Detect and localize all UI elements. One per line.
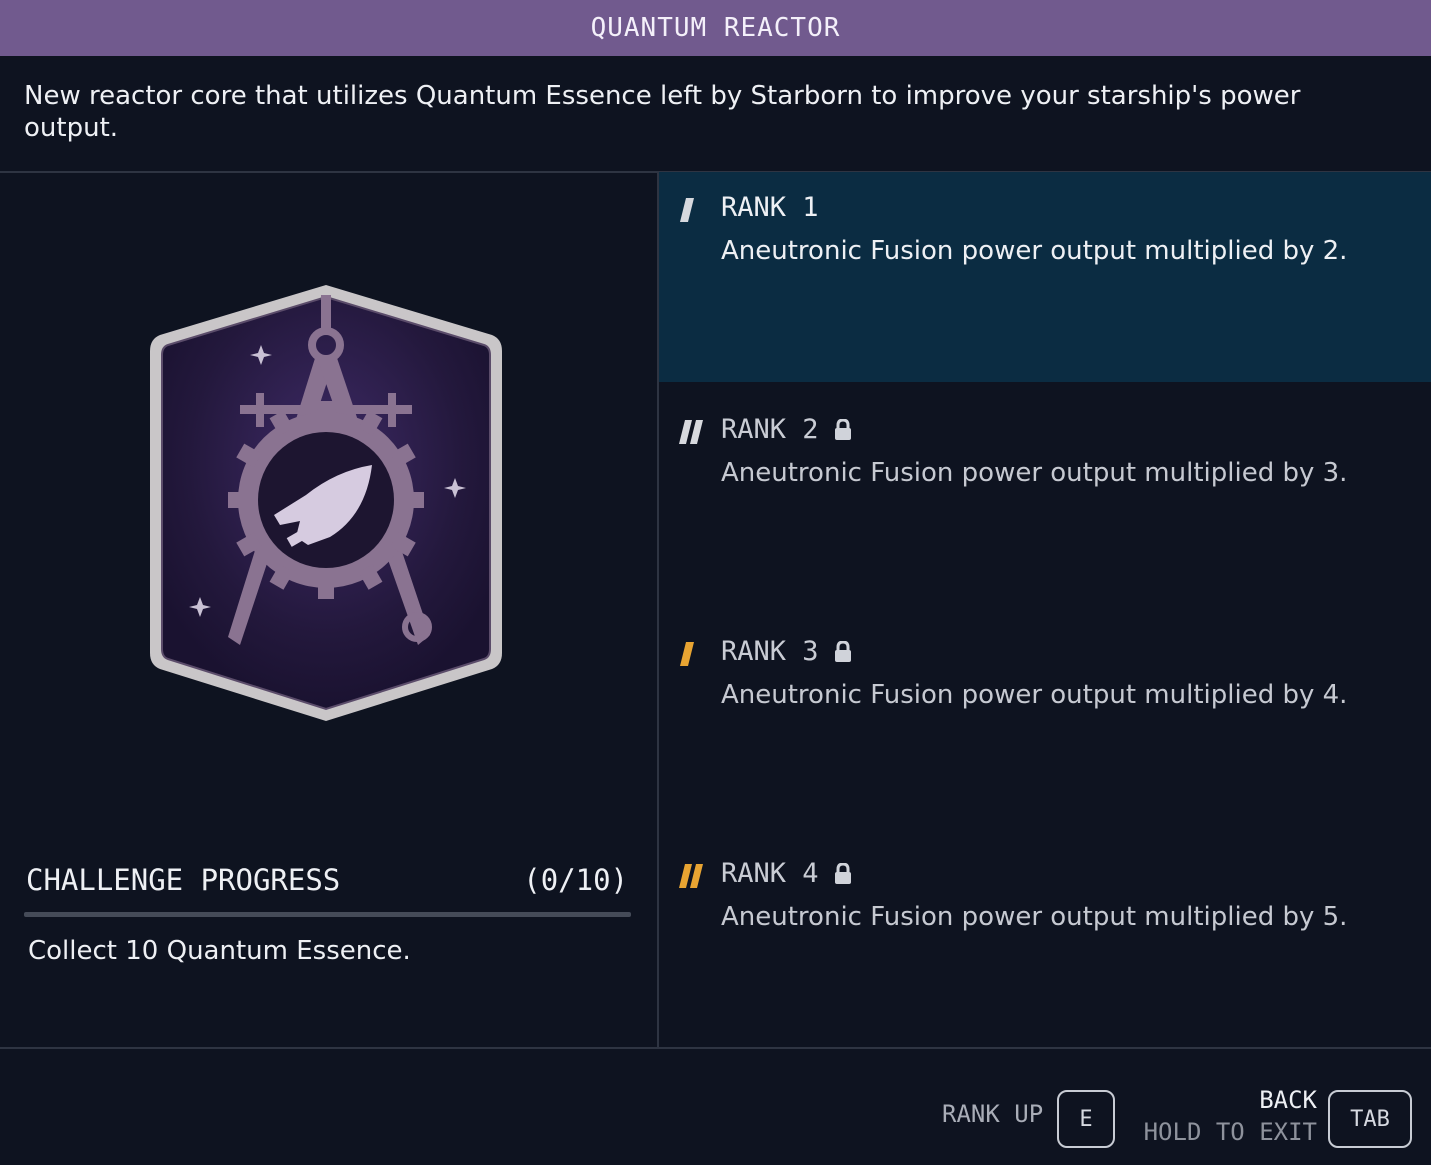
rank-title: RANK 1 <box>721 192 819 223</box>
title-bar: QUANTUM REACTOR <box>0 0 1431 56</box>
skill-description: New reactor core that utilizes Quantum E… <box>24 81 1301 143</box>
back-button[interactable]: TAB <box>1328 1090 1412 1148</box>
rank-description: Aneutronic Fusion power output multiplie… <box>721 680 1348 710</box>
lock-icon <box>834 418 851 440</box>
rank-tier-icon <box>680 198 694 222</box>
lock-icon <box>834 862 851 884</box>
rank-title: RANK 3 <box>721 636 853 667</box>
rank-description: Aneutronic Fusion power output multiplie… <box>721 458 1348 488</box>
challenge-progress-header: CHALLENGE PROGRESS (0/10) <box>26 860 628 900</box>
rank-3-row[interactable]: RANK 3 Aneutronic Fusion power output mu… <box>659 616 1431 826</box>
challenge-task: Collect 10 Quantum Essence. <box>28 936 411 966</box>
rank-up-label: RANK UP <box>942 1100 1044 1128</box>
hold-to-exit-label: HOLD TO EXIT <box>1143 1118 1317 1146</box>
challenge-progress-count: (0/10) <box>523 863 628 897</box>
page-title: QUANTUM REACTOR <box>590 13 841 43</box>
rank-description: Aneutronic Fusion power output multiplie… <box>721 236 1348 266</box>
challenge-progress-bar <box>24 912 631 917</box>
rank-up-button[interactable]: E <box>1057 1090 1115 1148</box>
rank-tier-icon <box>679 864 703 888</box>
rank-tier-icon <box>680 642 694 666</box>
rank-description: Aneutronic Fusion power output multiplie… <box>721 902 1348 932</box>
rank-title: RANK 4 <box>721 858 853 889</box>
rank-4-row[interactable]: RANK 4 Aneutronic Fusion power output mu… <box>659 838 1431 1048</box>
rank-1-row[interactable]: RANK 1 Aneutronic Fusion power output mu… <box>659 172 1431 382</box>
back-label: BACK <box>1259 1086 1317 1114</box>
rank-tier-icon <box>679 420 703 444</box>
rank-title: RANK 2 <box>721 414 853 445</box>
challenge-progress-label: CHALLENGE PROGRESS <box>26 863 341 897</box>
lock-icon <box>834 640 851 662</box>
rank-2-row[interactable]: RANK 2 Aneutronic Fusion power output mu… <box>659 394 1431 604</box>
starship-design-patch-icon <box>150 285 502 721</box>
